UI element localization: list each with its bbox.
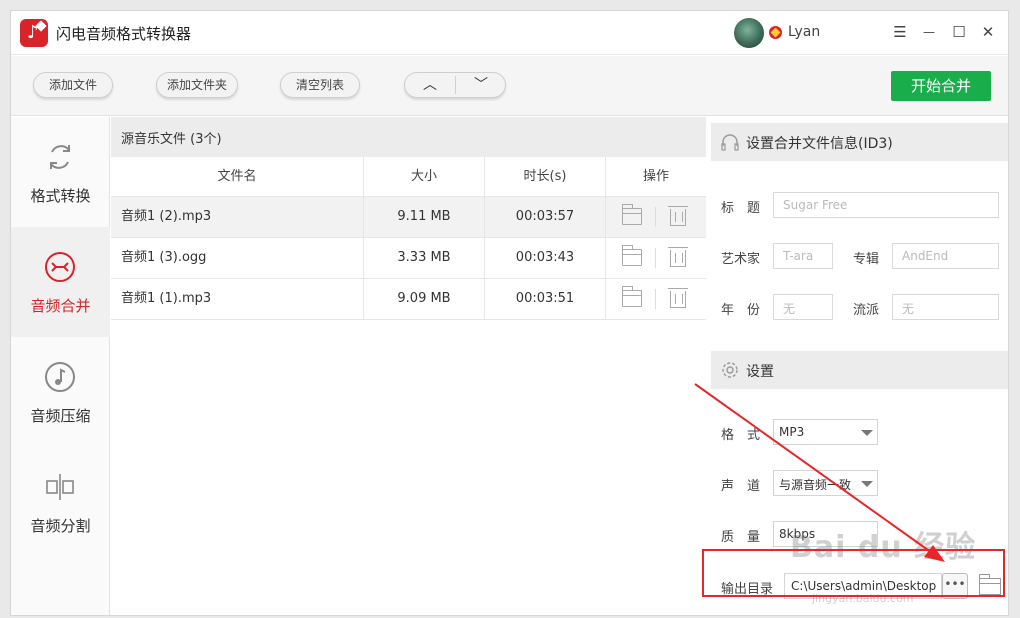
add-folder-button[interactable]: 添加文件夹	[156, 72, 238, 98]
file-name: 音频1 (2).mp3	[111, 197, 364, 237]
artist-input[interactable]: T-ara	[773, 243, 833, 269]
file-name: 音频1 (3).ogg	[111, 238, 364, 278]
channel-value: 与源音频一致	[779, 478, 852, 492]
vip-badge-icon	[769, 26, 782, 39]
table-header: 文件名 大小 时长(s) 操作	[111, 157, 706, 197]
genre-label: 流派	[853, 303, 880, 318]
add-file-button[interactable]: 添加文件	[33, 72, 113, 98]
table-row[interactable]: 音频1 (2).mp3 9.11 MB 00:03:57	[111, 197, 706, 238]
move-up-button[interactable]: ︿	[405, 73, 455, 97]
title-label: 标 题	[721, 201, 761, 216]
divider	[655, 248, 656, 268]
refresh-icon	[50, 145, 70, 169]
settings-section-header: 设置	[711, 351, 1008, 389]
title-input[interactable]: Sugar Free	[773, 192, 999, 218]
file-list-title: 源音乐文件 (3个)	[111, 117, 706, 157]
file-name: 音频1 (1).mp3	[111, 279, 364, 319]
headphones-icon	[721, 134, 739, 151]
gear-icon	[722, 362, 738, 378]
user-avatar[interactable]	[734, 18, 764, 48]
format-value: MP3	[779, 425, 805, 439]
id3-section-title: 设置合并文件信息(ID3)	[746, 136, 893, 152]
quality-label: 质 量	[721, 530, 761, 545]
sidebar-item-audio-compress[interactable]: 音频压缩	[11, 337, 110, 447]
move-buttons: ︿ ﹀	[404, 72, 506, 98]
row-actions	[606, 279, 706, 319]
split-icon	[46, 474, 74, 500]
row-actions	[606, 238, 706, 278]
file-size: 9.11 MB	[364, 197, 485, 237]
album-input[interactable]: AndEnd	[892, 243, 999, 269]
column-header-size[interactable]: 大小	[364, 157, 485, 197]
settings-section-title: 设置	[746, 364, 774, 380]
sidebar: 格式转换 音频合并 音频压缩 音频分割	[11, 117, 110, 615]
column-header-name[interactable]: 文件名	[111, 157, 364, 197]
start-merge-button[interactable]: 开始合并	[891, 71, 991, 101]
sidebar-item-label: 音频压缩	[30, 407, 91, 425]
file-size: 3.33 MB	[364, 238, 485, 278]
merge-icon	[45, 252, 75, 282]
chevron-down-icon	[861, 481, 873, 487]
year-label: 年 份	[721, 303, 761, 318]
file-duration: 00:03:51	[485, 279, 606, 319]
app-title: 闪电音频格式转换器	[56, 25, 192, 43]
sidebar-item-audio-merge[interactable]: 音频合并	[11, 227, 110, 337]
chevron-down-icon	[861, 430, 873, 436]
toolbar: 添加文件 添加文件夹 清空列表 ︿ ﹀ 开始合并	[11, 56, 1008, 116]
genre-input[interactable]: 无	[892, 294, 999, 320]
title-bar: ♪ 闪电音频格式转换器 Lyan ☰ — ☐ ✕	[11, 11, 1008, 55]
move-down-button[interactable]: ﹀	[456, 73, 506, 97]
app-logo-icon: ♪	[20, 19, 48, 47]
channel-select[interactable]: 与源音频一致	[773, 470, 878, 496]
format-label: 格 式	[721, 428, 761, 443]
divider	[655, 207, 656, 227]
sidebar-item-label: 音频合并	[30, 297, 91, 315]
year-input[interactable]: 无	[773, 294, 833, 320]
sidebar-item-format-convert[interactable]: 格式转换	[11, 117, 110, 227]
column-header-actions: 操作	[642, 169, 669, 184]
maximize-button[interactable]: ☐	[948, 21, 970, 43]
sidebar-item-audio-split[interactable]: 音频分割	[11, 447, 110, 557]
username[interactable]: Lyan	[788, 24, 820, 40]
sidebar-item-label: 格式转换	[30, 187, 91, 205]
file-size: 9.09 MB	[364, 279, 485, 319]
row-actions	[606, 197, 706, 237]
sidebar-item-label: 音频分割	[30, 517, 91, 535]
delete-icon[interactable]	[668, 247, 688, 267]
delete-icon[interactable]	[668, 288, 688, 308]
annotation-highlight-box	[702, 549, 1005, 597]
delete-icon[interactable]	[668, 206, 688, 226]
format-select[interactable]: MP3	[773, 419, 878, 445]
file-list-panel: 源音乐文件 (3个) 文件名 大小 时长(s) 操作 音频1 (2).mp3 9…	[111, 117, 706, 615]
clear-list-button[interactable]: 清空列表	[280, 72, 360, 98]
minimize-button[interactable]: —	[918, 21, 940, 43]
divider	[655, 289, 656, 309]
channel-label: 声 道	[721, 479, 761, 494]
id3-section-header: 设置合并文件信息(ID3)	[711, 123, 1008, 161]
close-button[interactable]: ✕	[977, 21, 999, 43]
music-note-icon	[45, 362, 75, 392]
table-row[interactable]: 音频1 (1).mp3 9.09 MB 00:03:51	[111, 279, 706, 320]
menu-icon[interactable]: ☰	[889, 21, 911, 43]
file-duration: 00:03:57	[485, 197, 606, 237]
open-folder-icon[interactable]	[622, 286, 642, 307]
album-label: 专辑	[853, 252, 880, 267]
column-header-duration[interactable]: 时长(s)	[485, 157, 606, 197]
file-duration: 00:03:43	[485, 238, 606, 278]
open-folder-icon[interactable]	[622, 245, 642, 266]
artist-label: 艺术家	[721, 252, 761, 267]
open-folder-icon[interactable]	[622, 204, 642, 225]
table-row[interactable]: 音频1 (3).ogg 3.33 MB 00:03:43	[111, 238, 706, 279]
